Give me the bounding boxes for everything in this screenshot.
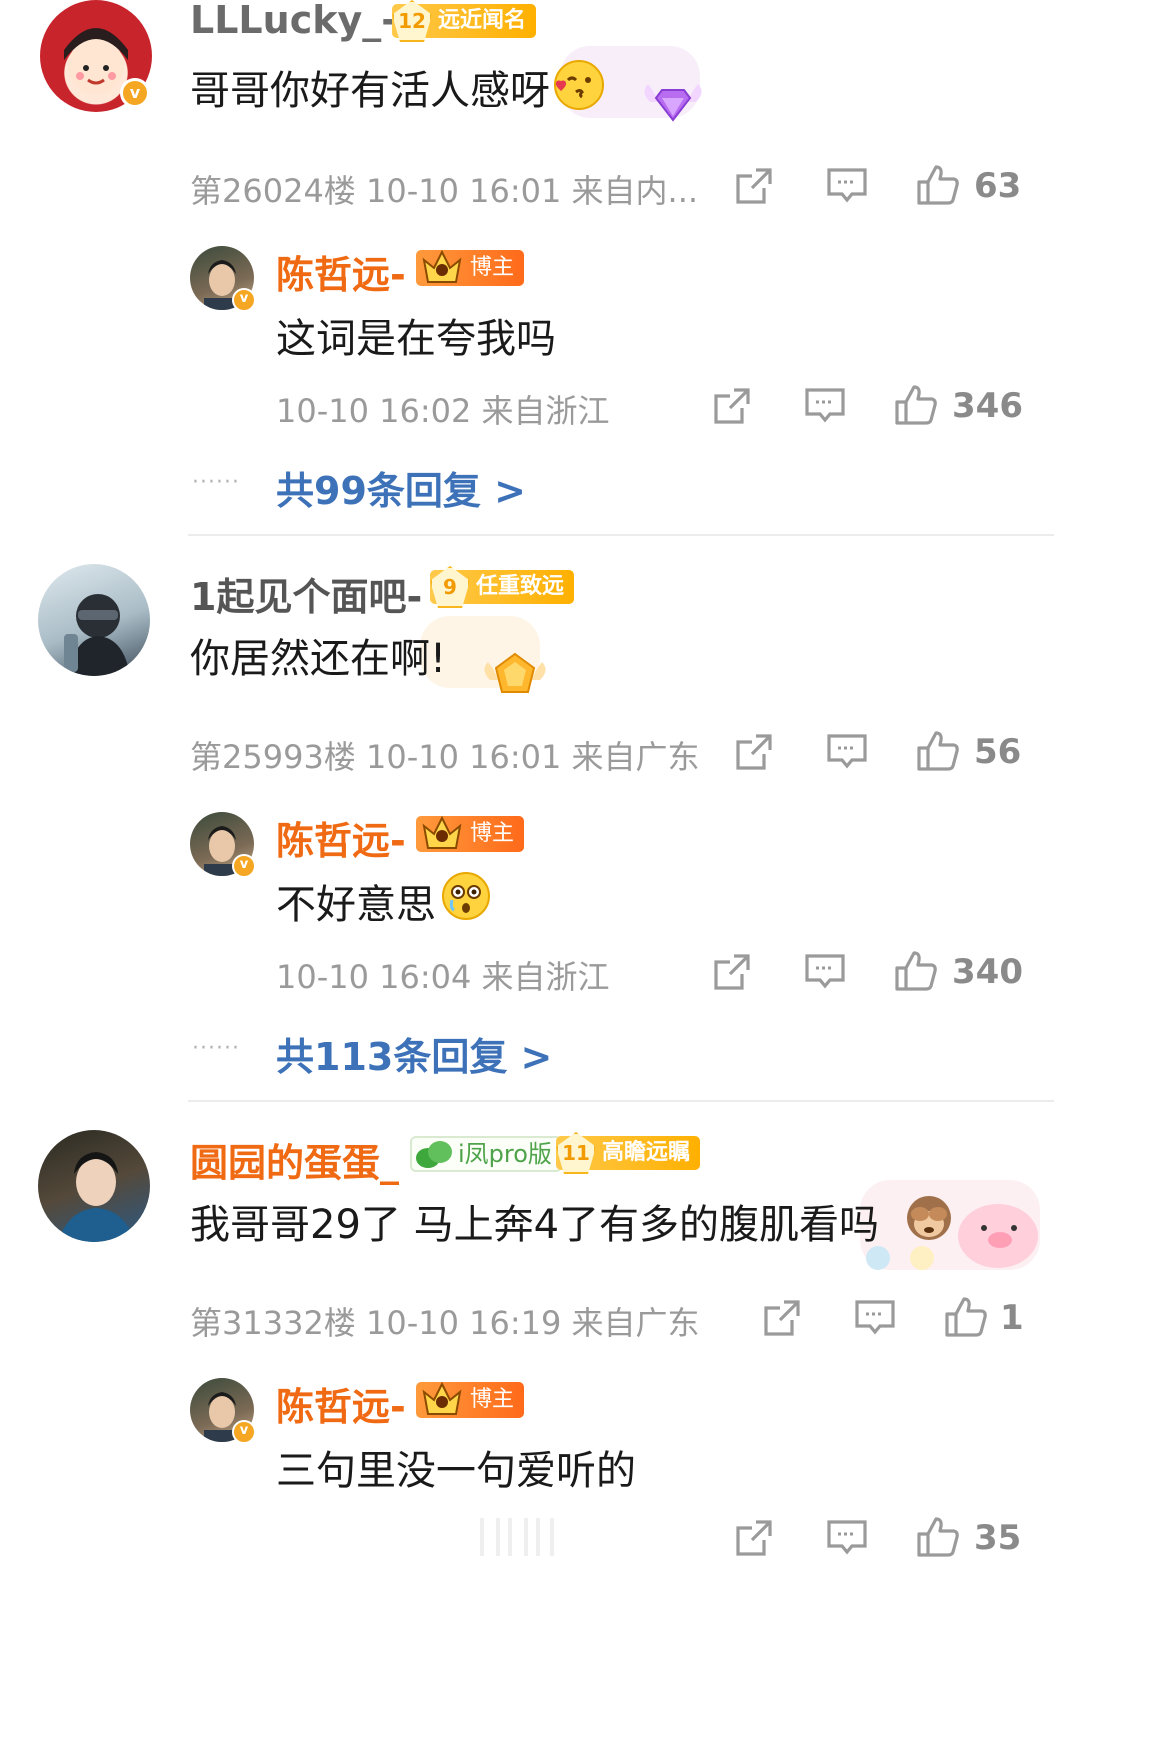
like-icon[interactable] (894, 384, 938, 426)
comment-icon[interactable] (826, 166, 868, 206)
fan-level-badge[interactable]: 9 任重致远 (430, 566, 575, 608)
blogger-label: 博主 (470, 821, 515, 846)
badge-label: 任重致远 (476, 574, 565, 599)
reply-username[interactable]: 陈哲远- (276, 1376, 406, 1431)
comment-meta: 第31332楼 10-10 16:19 来自广东 (190, 1304, 700, 1342)
comment-meta: 第25993楼 10-10 16:01 来自广东 (190, 738, 700, 776)
divider (188, 534, 1054, 536)
reply-meta: 10-10 16:02 来自浙江 (276, 392, 610, 430)
fan-level-badge[interactable]: 12 远近闻名 (392, 0, 537, 42)
leaf-icon (416, 1141, 452, 1168)
verified-badge: v (232, 854, 256, 878)
gold-gem-decoration (484, 652, 546, 693)
reply-text: 三句里没一句爱听的 (276, 1448, 636, 1494)
diamond-decoration (644, 84, 702, 122)
verified-badge: v (232, 288, 256, 312)
avatar-1qijian[interactable] (38, 564, 150, 676)
badge-label: 高瞻远瞩 (602, 1140, 691, 1165)
bubble-ornaments (866, 1246, 934, 1270)
username[interactable]: 1起见个面吧- (190, 566, 422, 621)
level-number: 11 (556, 1132, 596, 1174)
like-count: 1 (1000, 1298, 1024, 1338)
username[interactable]: 圆园的蛋蛋_ (190, 1132, 399, 1187)
more-replies-link[interactable]: 共99条回复 > (276, 460, 526, 515)
comment-text: 哥哥你好有活人感呀 (190, 68, 550, 114)
username[interactable]: LLLucky_- (190, 0, 397, 42)
crown-icon (422, 1381, 462, 1415)
like-icon[interactable] (916, 1516, 960, 1558)
reply-text: 这词是在夸我吗 (276, 316, 556, 362)
comment-icon[interactable] (826, 1518, 868, 1558)
badge-label: 远近闻名 (438, 8, 527, 33)
reply-username[interactable]: 陈哲远- (276, 810, 406, 865)
like-icon[interactable] (944, 1296, 988, 1338)
crown-icon (422, 249, 462, 283)
like-count: 35 (974, 1518, 1022, 1558)
share-icon[interactable] (734, 166, 774, 206)
comment-icon[interactable] (804, 952, 846, 992)
like-count: 340 (952, 952, 1023, 992)
portrait-icon (58, 1152, 134, 1242)
kiss-emoji (554, 60, 604, 110)
crown-icon (422, 815, 462, 849)
share-icon[interactable] (712, 952, 752, 992)
like-count: 346 (952, 386, 1023, 426)
shocked-emoji (442, 872, 490, 920)
blogger-label: 博主 (470, 255, 515, 280)
comment-icon[interactable] (804, 386, 846, 426)
reply-text: 不好意思 (276, 882, 436, 928)
like-count: 56 (974, 732, 1022, 772)
pro-label: i凤pro版 (458, 1140, 552, 1168)
like-icon[interactable] (916, 164, 960, 206)
reply-username[interactable]: 陈哲远- (276, 244, 406, 299)
comment-icon[interactable] (854, 1298, 896, 1338)
comment-meta: 第26024楼 10-10 16:01 来自内... (190, 172, 699, 210)
blogger-badge: 博主 (416, 1381, 525, 1418)
blogger-badge: 博主 (416, 815, 525, 852)
dots-separator: ······ (192, 1036, 240, 1061)
helmet-person-icon (64, 594, 130, 676)
avatar-yuanyuan[interactable] (38, 1130, 150, 1242)
level-number: 12 (392, 0, 432, 42)
verified-badge: v (232, 1420, 256, 1444)
share-icon[interactable] (712, 386, 752, 426)
comment-text: 你居然还在啊! (190, 636, 447, 682)
faded-watermark (480, 1518, 554, 1556)
blogger-label: 博主 (470, 1387, 515, 1412)
share-icon[interactable] (762, 1298, 802, 1338)
divider (188, 1100, 1054, 1102)
fan-level-badge[interactable]: 11 高瞻远瞩 (556, 1132, 701, 1174)
share-icon[interactable] (734, 1518, 774, 1558)
reply-meta: 10-10 16:04 来自浙江 (276, 958, 610, 996)
pink-pig-decoration (958, 1204, 1038, 1268)
like-icon[interactable] (894, 950, 938, 992)
share-icon[interactable] (734, 732, 774, 772)
verified-badge: v (120, 78, 150, 108)
like-count: 63 (974, 166, 1022, 206)
dots-separator: ······ (192, 470, 240, 495)
like-icon[interactable] (916, 730, 960, 772)
blogger-badge: 博主 (416, 249, 525, 286)
pro-badge[interactable]: i凤pro版 (410, 1136, 562, 1172)
level-number: 9 (430, 566, 470, 608)
comment-icon[interactable] (826, 732, 868, 772)
more-replies-link[interactable]: 共113条回复 > (276, 1026, 552, 1081)
comment-text: 我哥哥29了 马上奔4了有多的腹肌看吗 (190, 1202, 880, 1248)
